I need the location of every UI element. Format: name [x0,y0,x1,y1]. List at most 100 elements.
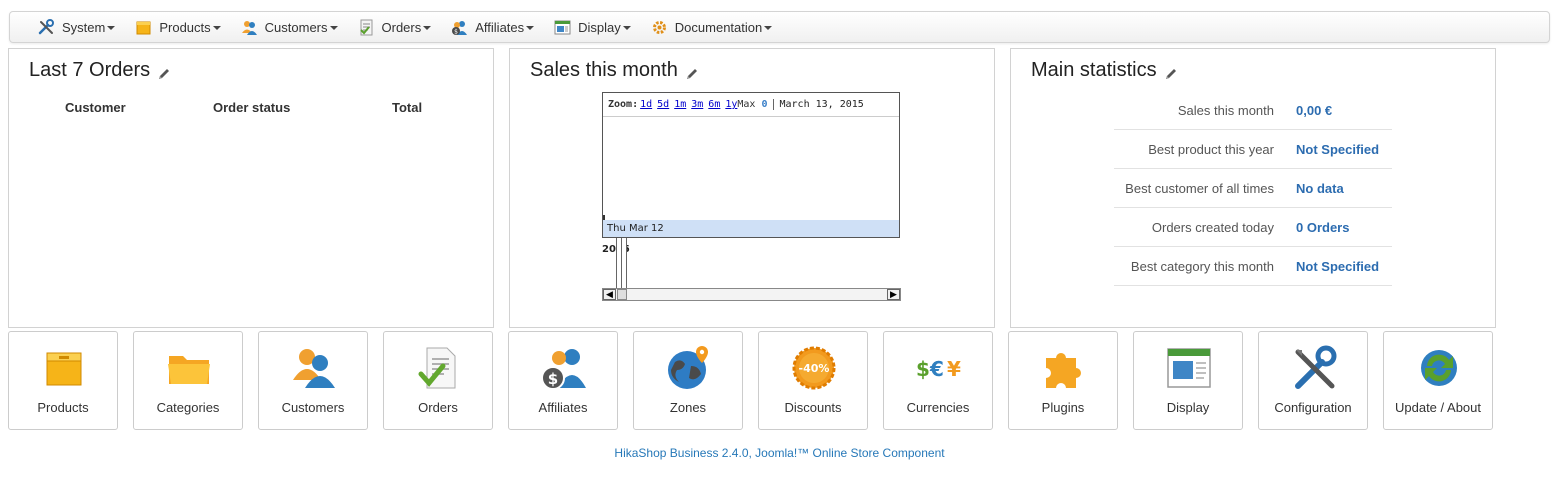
menu-affiliates[interactable]: $ Affiliates [451,19,535,36]
zoom-3m-link[interactable]: 3m [691,99,703,110]
tools-icon [38,18,55,36]
menu-customers[interactable]: Customers [241,19,338,36]
svg-text:€: € [929,357,944,381]
box-icon [135,19,152,36]
menu-products[interactable]: Products [135,19,221,36]
tile-label: Configuration [1274,400,1352,415]
menu-products-label: Products [159,19,211,35]
tile-label: Plugins [1041,400,1085,415]
quick-access-tiles: Products Categories Customers Orders $ A… [8,331,1508,431]
edit-pencil-icon[interactable] [157,64,171,79]
box-icon [40,344,88,392]
order-document-icon [415,344,463,392]
tile-label: Products [37,400,89,415]
update-icon [1415,344,1463,392]
last-orders-panel: Last 7 Orders Customer Order status Tota… [8,48,494,328]
footer-version[interactable]: HikaShop Business 2.4.0, Joomla!™ Online… [0,446,1559,460]
stats-row: Best category this month Not Specified [1114,247,1392,286]
chart-plot-area [603,118,899,221]
sales-month-title: Sales this month [530,59,678,81]
zoom-6m-link[interactable]: 6m [708,99,720,110]
zoom-max-link[interactable]: Max [737,99,755,110]
menu-orders[interactable]: Orders [358,19,432,36]
zoom-1y-link[interactable]: 1y [725,99,737,110]
tile-categories[interactable]: Categories [133,331,243,430]
svg-text:$: $ [548,370,558,388]
chevron-down-icon [764,26,773,30]
zoom-label: Zoom: [608,99,639,110]
tile-plugins[interactable]: Plugins [1008,331,1118,430]
chevron-down-icon [526,26,535,30]
menu-display-label: Display [578,19,621,35]
menu-system[interactable]: System [38,18,116,36]
stats-row: Best product this year Not Specified [1114,130,1392,169]
menu-documentation[interactable]: Documentation [651,19,773,36]
menu-system-label: System [62,19,106,35]
tile-customers[interactable]: Customers [258,331,368,430]
tile-label: Display [1166,400,1210,415]
column-order-status: Order status [213,100,291,115]
panel-title: Main statistics [1031,59,1178,82]
tile-label: Customers [281,400,345,415]
zoom-5d-link[interactable]: 5d [657,99,669,110]
display-window-icon [554,19,571,36]
affiliates-icon: $ [451,19,468,36]
tile-currencies[interactable]: $ € ¥ Currencies [883,331,993,430]
chevron-down-icon [423,26,432,30]
range-right-handle[interactable] [621,238,627,289]
zoom-1d-link[interactable]: 1d [640,99,652,110]
discount-icon: -40% [790,344,838,392]
tile-update-about[interactable]: Update / About [1383,331,1493,430]
sales-month-panel: Sales this month Zoom: 1d 5d 1m 3m 6m 1y… [509,48,995,328]
stat-value: Not Specified [1296,141,1380,157]
menu-display[interactable]: Display [554,19,631,36]
chart-scrollbar[interactable]: ◀ ▶ [602,288,901,301]
chart-date-strip: Thu Mar 12 [603,220,899,237]
stat-label: Best product this year [1148,141,1274,157]
scroll-right-button[interactable]: ▶ [887,289,900,300]
stats-row: Best customer of all times No data [1114,169,1392,208]
svg-text:¥: ¥ [947,357,961,381]
affiliates-icon: $ [540,344,588,392]
menu-affiliates-label: Affiliates [475,19,525,35]
users-icon [241,19,258,36]
zoom-1m-link[interactable]: 1m [674,99,686,110]
tile-label: Update / About [1394,400,1481,415]
main-statistics-panel: Main statistics Sales this month 0,00 € … [1010,48,1496,328]
stats-row: Sales this month 0,00 € [1114,91,1392,130]
chevron-down-icon [622,26,631,30]
tile-products[interactable]: Products [8,331,118,430]
stat-label: Orders created today [1151,219,1274,235]
column-customer: Customer [65,100,126,115]
stat-label: Best customer of all times [1125,180,1274,196]
tile-affiliates[interactable]: $ Affiliates [508,331,618,430]
folder-icon [165,344,213,392]
display-window-icon [1165,344,1213,392]
last-orders-title: Last 7 Orders [29,59,151,81]
edit-pencil-icon[interactable] [1164,64,1178,79]
tile-orders[interactable]: Orders [383,331,493,430]
scroll-thumb[interactable] [617,289,627,300]
stat-value: 0,00 € [1296,102,1333,118]
stats-row: Orders created today 0 Orders [1114,208,1392,247]
chevron-down-icon [329,26,338,30]
tile-label: Orders [418,400,458,415]
tile-label: Currencies [906,400,970,415]
globe-icon [665,344,713,392]
stat-value: No data [1296,180,1344,196]
scroll-left-button[interactable]: ◀ [603,289,616,300]
tile-display[interactable]: Display [1133,331,1243,430]
tile-discounts[interactable]: -40% Discounts [758,331,868,430]
chevron-down-icon [212,26,221,30]
panel-title: Last 7 Orders [29,59,171,82]
tile-configuration[interactable]: Configuration [1258,331,1368,430]
panel-title: Sales this month [530,59,699,82]
statistics-table: Sales this month 0,00 € Best product thi… [1114,91,1392,286]
stat-label: Sales this month [1177,102,1274,118]
tile-zones[interactable]: Zones [633,331,743,430]
menu-orders-label: Orders [381,19,422,35]
svg-text:$: $ [916,357,930,381]
customers-icon [290,344,338,392]
edit-pencil-icon[interactable] [685,64,699,79]
tile-label: Discounts [784,400,842,415]
